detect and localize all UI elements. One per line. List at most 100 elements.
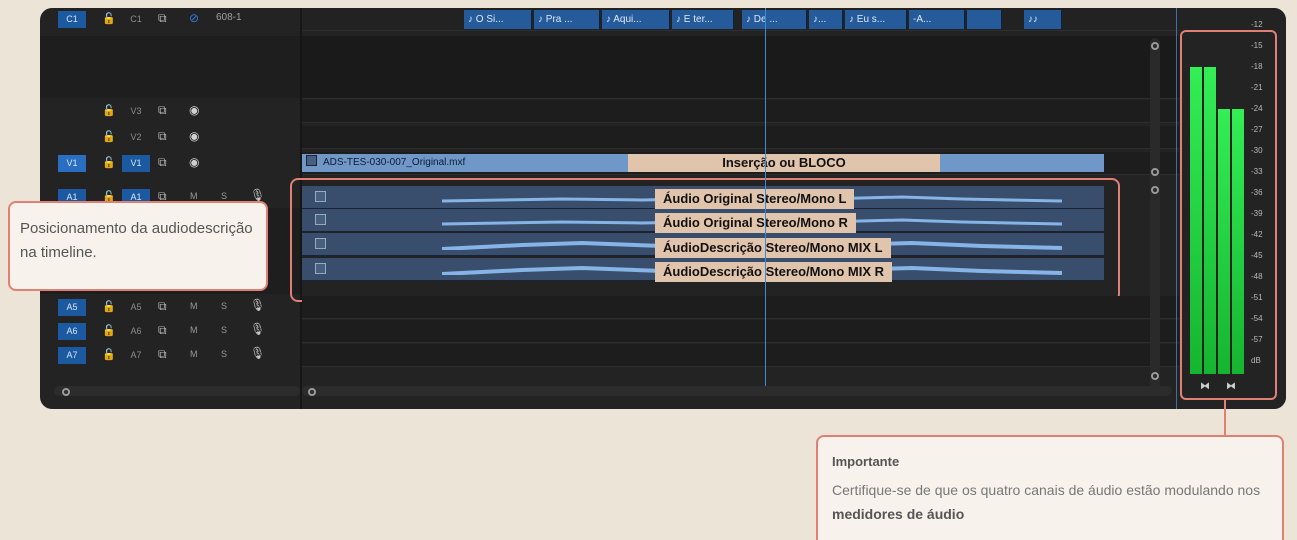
track-target-v1[interactable]: V1 xyxy=(58,155,86,172)
microphone-icon[interactable]: 🎙 xyxy=(250,188,265,202)
meter-level-bar xyxy=(1218,109,1230,374)
callout-title: Importante xyxy=(832,454,900,469)
vertical-scrollbar[interactable] xyxy=(1150,38,1160,388)
music-clip[interactable]: ♪... xyxy=(809,10,843,29)
lock-icon[interactable]: 🔓 xyxy=(102,348,116,361)
lock-icon[interactable]: 🔓 xyxy=(102,104,116,117)
music-clip[interactable]: ♪ De ... xyxy=(742,10,807,29)
mute-button[interactable]: M xyxy=(190,349,198,359)
callout-body: Certifique-se de que os quatro canais de… xyxy=(832,478,1262,526)
scroll-handle[interactable] xyxy=(1151,186,1159,194)
scroll-handle[interactable] xyxy=(1151,42,1159,50)
track-lane-a5 xyxy=(302,296,1182,319)
meter-tick-label: -39 xyxy=(1251,209,1263,218)
track-header-a6[interactable]: A6 🔓 A6 ⧉ M S 🎙 xyxy=(46,320,302,342)
timeline-scrollbar[interactable] xyxy=(302,386,1172,396)
meter-tick-label: -54 xyxy=(1251,314,1263,323)
solo-button[interactable]: S xyxy=(221,301,227,311)
track-patch-a5[interactable]: A5 xyxy=(122,299,150,316)
microphone-icon[interactable]: 🎙 xyxy=(250,346,265,360)
track-patch-v1[interactable]: V1 xyxy=(122,155,150,172)
video-clip-label: Inserção ou BLOCO xyxy=(628,154,940,172)
scroll-handle[interactable] xyxy=(1151,168,1159,176)
microphone-icon[interactable]: 🎙 xyxy=(250,298,265,312)
music-clip[interactable]: -A... xyxy=(909,10,965,29)
track-patch-c1[interactable]: C1 xyxy=(122,11,150,28)
music-clip[interactable]: ♪ E ter... xyxy=(672,10,734,29)
callout-timeline: Posicionamento da audiodescrição na time… xyxy=(8,201,268,291)
meter-solo-left[interactable]: ⧓ xyxy=(1200,381,1210,392)
track-target-c1[interactable]: C1 xyxy=(58,11,86,28)
scroll-handle[interactable] xyxy=(1151,372,1159,380)
track-target-a6[interactable]: A6 xyxy=(58,323,86,340)
meter-divider xyxy=(1176,8,1177,409)
callout-body-text: Certifique-se de que os quatro canais de… xyxy=(832,482,1261,498)
lock-icon[interactable]: 🔓 xyxy=(102,324,116,337)
callout-important: Importante Certifique-se de que os quatr… xyxy=(816,435,1284,540)
sync-lock-icon[interactable]: ⧉ xyxy=(158,103,167,118)
track-header-a7[interactable]: A7 🔓 A7 ⧉ M S 🎙 xyxy=(46,344,302,366)
microphone-icon[interactable]: 🎙 xyxy=(250,322,265,336)
sync-lock-icon[interactable]: ⧉ xyxy=(158,155,167,170)
sync-lock-icon[interactable]: ⧉ xyxy=(158,11,167,26)
track-patch-a6[interactable]: A6 xyxy=(122,323,150,340)
track-patch-v3[interactable]: V3 xyxy=(122,103,150,120)
eye-icon[interactable]: ◉ xyxy=(189,155,199,169)
eye-icon[interactable]: ◉ xyxy=(189,103,199,117)
music-clip[interactable]: ♪♪ xyxy=(1024,10,1062,29)
mute-button[interactable]: M xyxy=(190,301,198,311)
empty-track-area xyxy=(302,36,1182,99)
track-lane-v3 xyxy=(302,100,1182,123)
mute-button[interactable]: M xyxy=(190,191,198,201)
track-header-a5[interactable]: A5 🔓 A5 ⧉ M S 🎙 xyxy=(46,296,302,318)
meter-tick-label: -15 xyxy=(1251,41,1263,50)
eye-hidden-icon[interactable]: ⊘ xyxy=(189,11,199,25)
track-header-v1[interactable]: V1 🔓 V1 ⧉ ◉ xyxy=(46,152,302,174)
meter-level-bar xyxy=(1232,109,1244,374)
meter-tick-label: -33 xyxy=(1251,167,1263,176)
playhead[interactable] xyxy=(765,8,766,388)
video-clip-name: ADS-TES-030-007_Original.mxf xyxy=(323,157,466,168)
meter-tick-label: -18 xyxy=(1251,62,1263,71)
track-target-a5[interactable]: A5 xyxy=(58,299,86,316)
header-scrollbar[interactable] xyxy=(54,386,300,396)
track-header-v2[interactable]: 🔓 V2 ⧉ ◉ xyxy=(46,126,302,148)
music-clip[interactable] xyxy=(967,10,1002,29)
music-clip[interactable]: ♪ O Si... xyxy=(464,10,532,29)
meter-tick-label: -27 xyxy=(1251,125,1263,134)
solo-button[interactable]: S xyxy=(221,191,227,201)
track-lane-a7 xyxy=(302,344,1182,367)
lock-icon[interactable]: 🔓 xyxy=(102,300,116,313)
scroll-handle[interactable] xyxy=(308,388,316,396)
track-header-c1[interactable]: C1 🔓 C1 ⧉ ⊘ 608-1 xyxy=(46,8,302,30)
music-clip[interactable]: ♪ Eu s... xyxy=(845,10,907,29)
track-patch-a7[interactable]: A7 xyxy=(122,347,150,364)
mute-button[interactable]: M xyxy=(190,325,198,335)
track-lane-a6 xyxy=(302,320,1182,343)
music-clip[interactable]: ♪ Aqui... xyxy=(602,10,670,29)
sync-lock-icon[interactable]: ⧉ xyxy=(158,323,167,338)
track-header-v3[interactable]: 🔓 V3 ⧉ ◉ xyxy=(46,100,302,122)
scroll-handle[interactable] xyxy=(62,388,70,396)
track-target-a7[interactable]: A7 xyxy=(58,347,86,364)
callout-timeline-text: Posicionamento da audiodescrição na time… xyxy=(20,220,253,261)
sync-lock-icon[interactable]: ⧉ xyxy=(158,347,167,362)
sync-lock-icon[interactable]: ⧉ xyxy=(158,129,167,144)
music-clip[interactable]: ♪ Pra ... xyxy=(534,10,600,29)
meter-tick-label: -45 xyxy=(1251,251,1263,260)
meter-tick-label: -36 xyxy=(1251,188,1263,197)
meter-tick-label: -51 xyxy=(1251,293,1263,302)
solo-button[interactable]: S xyxy=(221,325,227,335)
lock-icon[interactable]: 🔓 xyxy=(102,12,116,25)
callout-connector xyxy=(1224,400,1226,436)
lock-icon[interactable]: 🔓 xyxy=(102,130,116,143)
meter-solo-right[interactable]: ⧓ xyxy=(1226,381,1236,392)
track-patch-v2[interactable]: V2 xyxy=(122,129,150,146)
lock-icon[interactable]: 🔓 xyxy=(102,156,116,169)
sync-lock-icon[interactable]: ⧉ xyxy=(158,299,167,314)
meter-tick-label: -30 xyxy=(1251,146,1263,155)
solo-button[interactable]: S xyxy=(221,349,227,359)
meter-tick-label: -12 xyxy=(1251,20,1263,29)
eye-icon[interactable]: ◉ xyxy=(189,129,199,143)
meter-tick-label: -24 xyxy=(1251,104,1263,113)
